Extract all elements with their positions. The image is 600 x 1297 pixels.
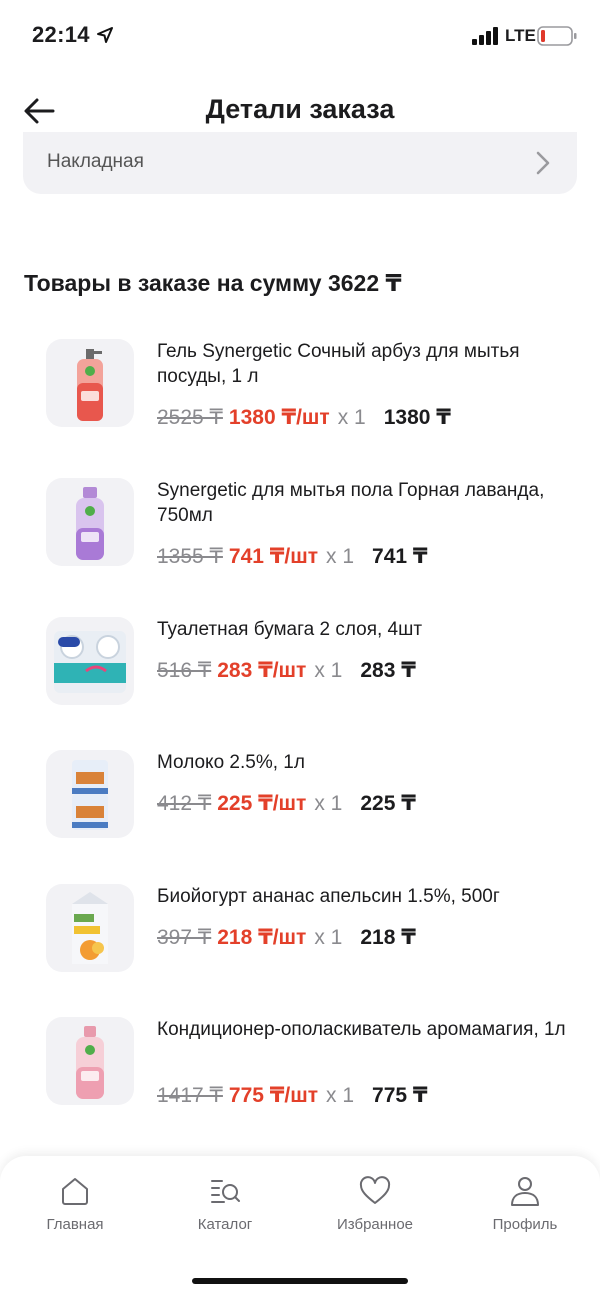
line-total: 283 ₸	[360, 659, 416, 682]
order-items-title: Товары в заказе на сумму 3622 ₸	[24, 270, 402, 296]
quantity: x 1	[326, 545, 355, 568]
old-price: 412 ₸	[157, 792, 212, 815]
old-price: 2525 ₸	[157, 406, 223, 429]
quantity: x 1	[314, 926, 343, 949]
invoice-label: Накладная	[47, 151, 144, 172]
heart-icon	[359, 1176, 391, 1204]
product-image	[46, 339, 134, 427]
product-name: Кондиционер-ополаскиватель аромамагия, 1…	[157, 1019, 566, 1040]
location-arrow-icon	[97, 27, 113, 43]
cellular-signal-icon	[472, 27, 498, 45]
price-line: 397 ₸ 218 ₸/шт x 1 218 ₸	[157, 925, 416, 950]
product-image	[46, 884, 134, 972]
tab-profile[interactable]: Профиль	[465, 1174, 585, 1233]
price-line: 2525 ₸ 1380 ₸/шт x 1 1380 ₸	[157, 405, 451, 430]
line-total: 741 ₸	[372, 545, 428, 568]
old-price: 1417 ₸	[157, 1084, 223, 1107]
invoice-row[interactable]: Накладная	[23, 132, 577, 194]
quantity: x 1	[326, 1084, 355, 1107]
line-total: 1380 ₸	[383, 406, 451, 429]
unit-price: 283 ₸/шт	[217, 659, 307, 682]
status-time: 22:14	[32, 22, 90, 47]
old-price: 516 ₸	[157, 659, 212, 682]
battery-icon	[537, 26, 577, 46]
price-line: 1417 ₸ 775 ₸/шт x 1 775 ₸	[157, 1083, 428, 1108]
line-total: 218 ₸	[360, 926, 416, 949]
line-total: 775 ₸	[372, 1084, 428, 1107]
product-image	[46, 617, 134, 705]
price-line: 516 ₸ 283 ₸/шт x 1 283 ₸	[157, 658, 416, 683]
price-line: 412 ₸ 225 ₸/шт x 1 225 ₸	[157, 791, 416, 816]
old-price: 1355 ₸	[157, 545, 223, 568]
price-line: 1355 ₸ 741 ₸/шт x 1 741 ₸	[157, 544, 428, 569]
product-name: Гель Synergetic Сочный арбуз для мытья п…	[157, 341, 520, 387]
tab-label: Главная	[46, 1216, 104, 1233]
user-icon	[511, 1177, 539, 1206]
catalog-search-icon	[211, 1180, 240, 1203]
old-price: 397 ₸	[157, 926, 212, 949]
product-name: Туалетная бумага 2 слоя, 4шт	[157, 619, 423, 640]
tab-catalog[interactable]: Каталог	[165, 1174, 285, 1233]
tab-home[interactable]: Главная	[15, 1174, 135, 1233]
quantity: x 1	[314, 659, 343, 682]
status-bar: 22:14 LTE	[0, 0, 600, 70]
chevron-right-icon	[536, 151, 550, 175]
unit-price: 741 ₸/шт	[228, 545, 319, 568]
bottom-tab-bar: Главная Каталог Избранное Профиль	[0, 1156, 600, 1297]
product-image	[46, 1017, 134, 1105]
unit-price: 225 ₸/шт	[217, 792, 307, 815]
tab-favorites[interactable]: Избранное	[315, 1174, 435, 1233]
home-icon	[62, 1178, 88, 1205]
quantity: x 1	[314, 792, 343, 815]
tab-label: Профиль	[492, 1216, 558, 1233]
line-total: 225 ₸	[360, 792, 416, 815]
tab-label: Каталог	[197, 1216, 253, 1233]
home-indicator	[192, 1278, 408, 1284]
tab-label: Избранное	[336, 1216, 414, 1233]
unit-price: 1380 ₸/шт	[228, 406, 330, 429]
product-image	[46, 478, 134, 566]
unit-price: 218 ₸/шт	[217, 926, 307, 949]
page-title: Детали заказа	[205, 94, 395, 124]
unit-price: 775 ₸/шт	[228, 1084, 319, 1107]
product-name: Synergetic для мытья пола Горная лаванда…	[157, 480, 545, 526]
quantity: x 1	[337, 406, 366, 429]
product-name: Молоко 2.5%, 1л	[157, 752, 305, 773]
product-image	[46, 750, 134, 838]
network-type: LTE	[505, 26, 536, 45]
product-name: Биойогурт ананас апельсин 1.5%, 500г	[157, 886, 500, 907]
